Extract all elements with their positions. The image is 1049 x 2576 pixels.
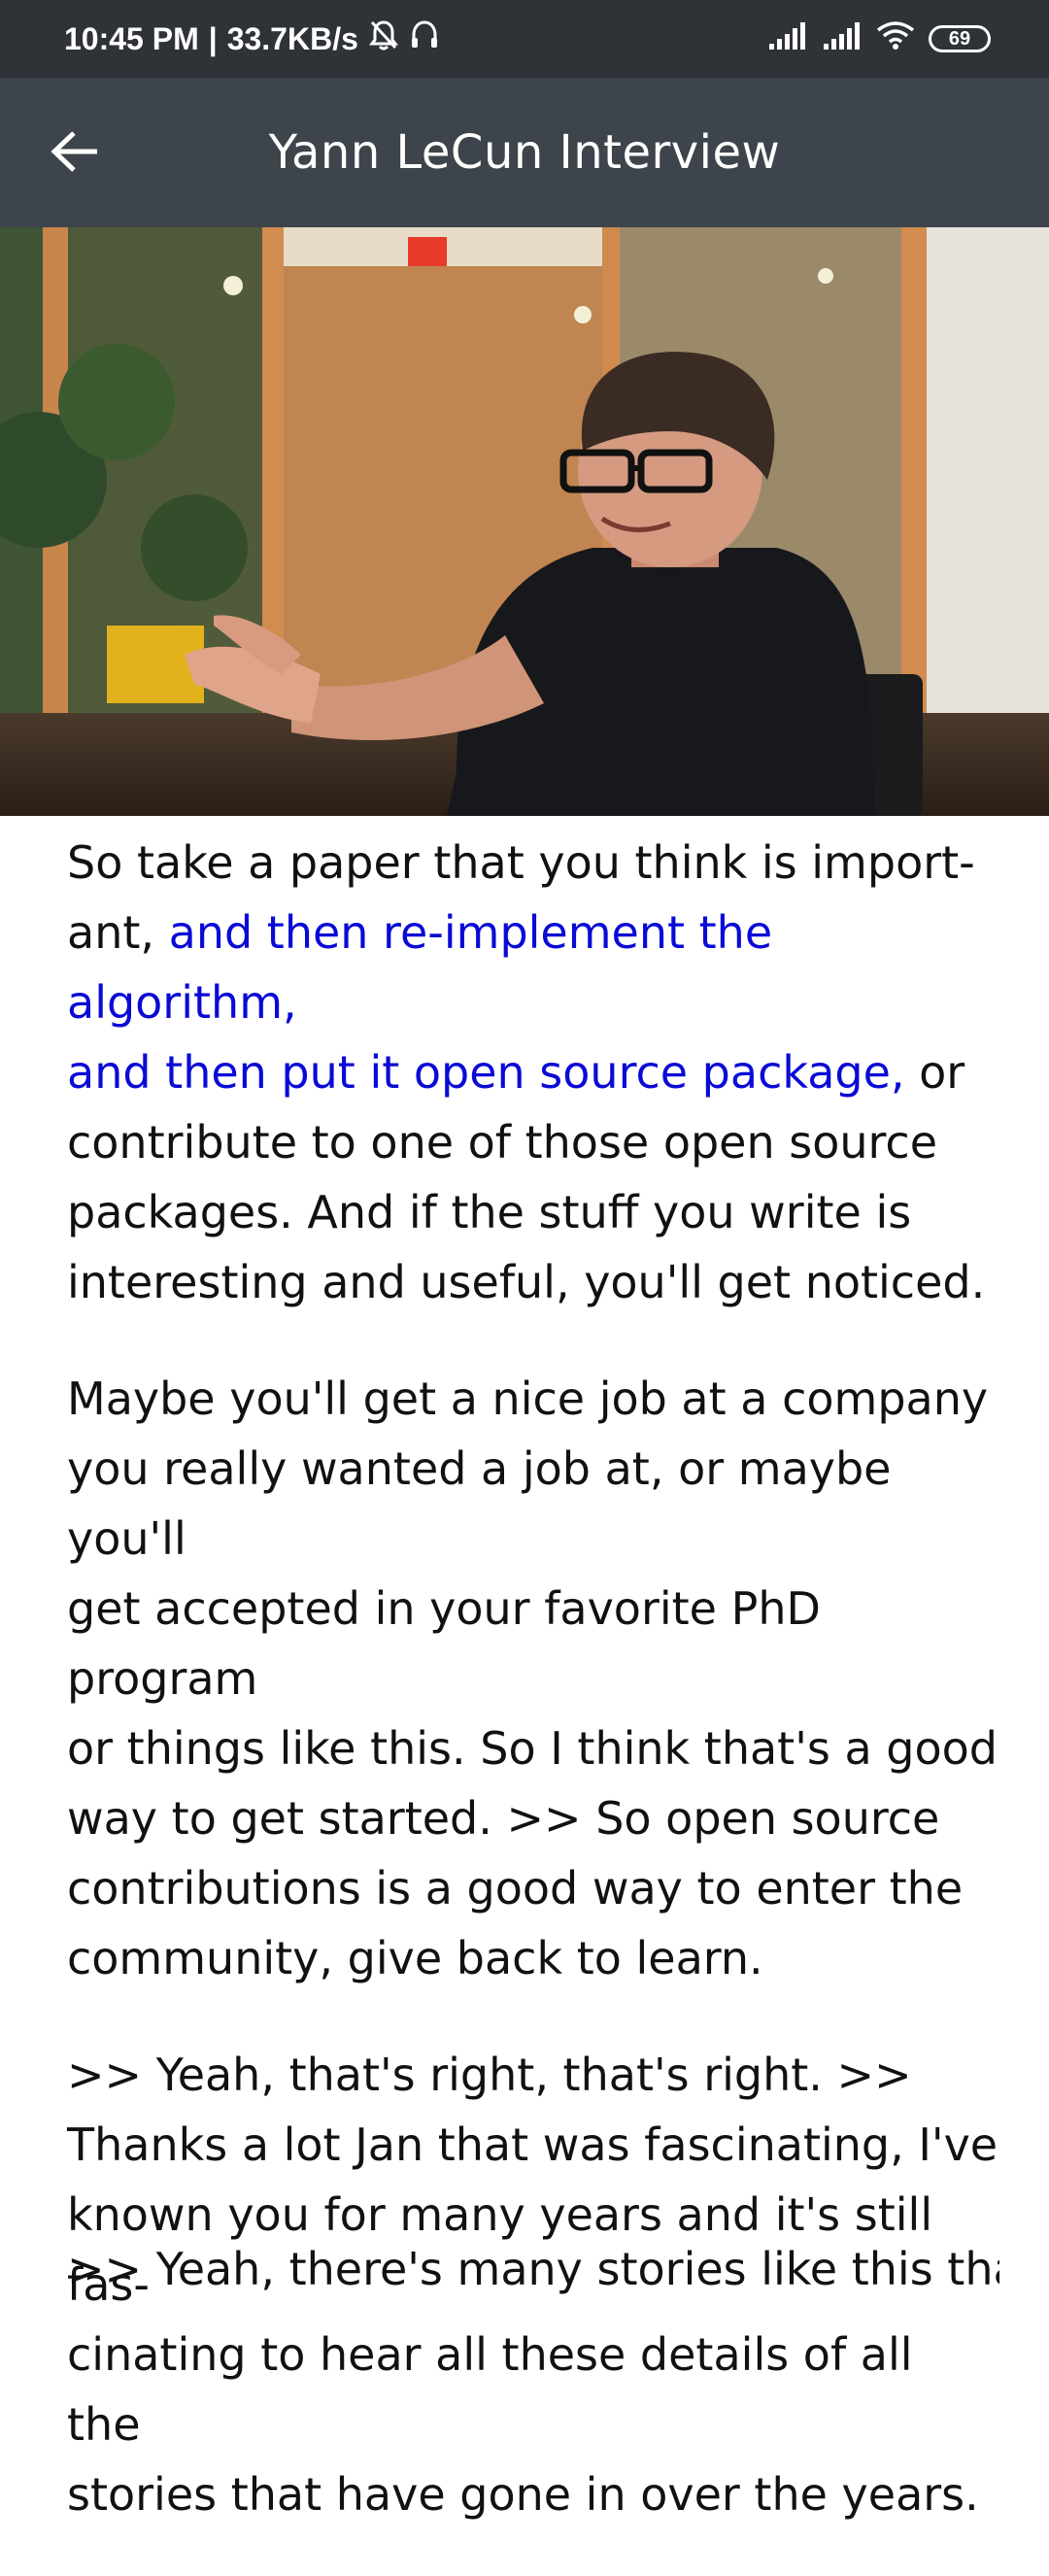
highlighted-sentence[interactable]: and then re-implement the algorithm, and… [67,906,905,1099]
wifi-icon [876,20,915,57]
transcript-paragraph: So take a paper that you think is import… [67,828,999,1317]
network-speed: 33.7KB/s [226,20,358,56]
mute-bell-icon [368,18,399,59]
status-separator: | [208,20,218,56]
battery-icon: 69 [929,25,991,52]
transcript-paragraph: Maybe you'll get a nice job at a company… [67,1373,998,1984]
page-title: Yann LeCun Interview [268,125,781,180]
interview-image [0,227,1049,816]
transcript-content: So take a paper that you think is import… [67,828,999,2576]
status-right: 69 [767,20,991,57]
signal-2-icon [822,21,863,57]
app-bar: Yann LeCun Interview [0,78,1049,227]
headphones-icon [409,18,440,59]
status-time: 10:45 PM [64,20,199,56]
status-bar: 10:45 PM | 33.7KB/s 69 [0,0,1049,78]
video-frame[interactable] [0,227,1049,816]
signal-1-icon [767,21,808,57]
status-left: 10:45 PM | 33.7KB/s [64,18,440,59]
transcript-paragraph-partial: >> Yeah, there's many stories like this … [67,2243,999,2295]
